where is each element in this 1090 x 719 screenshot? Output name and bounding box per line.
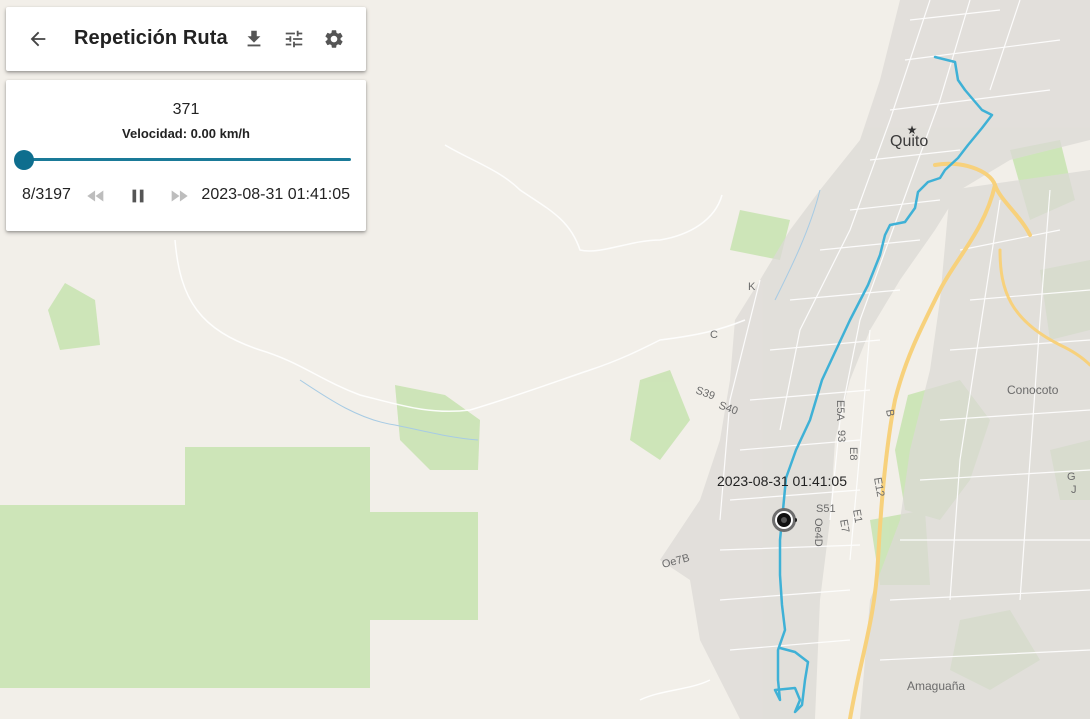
position-counter: 8/3197 — [22, 186, 71, 203]
road-label-s51: S51 — [816, 503, 836, 515]
pause-icon — [132, 189, 144, 203]
road-label-g: G — [1067, 471, 1076, 483]
fast-forward-button[interactable] — [167, 184, 191, 208]
road-label-e7: E7 — [837, 518, 851, 533]
filter-button[interactable] — [276, 21, 312, 57]
playback-timestamp: 2023-08-31 01:41:05 — [201, 186, 350, 203]
tune-icon — [285, 30, 303, 48]
marker-timestamp-label: 2023-08-31 01:41:05 — [717, 473, 847, 489]
road-label-oe4d: Oe4D — [812, 518, 824, 547]
playback-panel: 371 Velocidad: 0.00 km/h 8/3197 2023-08-… — [6, 80, 366, 231]
settings-button[interactable] — [316, 21, 352, 57]
download-button[interactable] — [236, 21, 272, 57]
gear-icon — [325, 30, 343, 48]
vehicle-marker[interactable] — [771, 507, 801, 533]
playback-slider-track[interactable] — [23, 158, 351, 161]
fast-forward-icon — [171, 190, 188, 202]
road-label-e1: E1 — [850, 508, 864, 523]
town-label-amaguana: Amaguaña — [907, 679, 965, 693]
town-label-conocoto: Conocoto — [1007, 383, 1059, 397]
speed-label: Velocidad: 0.00 km/h — [122, 126, 250, 141]
pause-button[interactable] — [126, 184, 150, 208]
back-button[interactable] — [20, 21, 56, 57]
fast-rewind-icon — [87, 190, 104, 202]
city-star-icon: ★ — [907, 123, 918, 137]
arrow-back-icon — [30, 31, 46, 47]
road-label-k: K — [748, 281, 756, 293]
road-label-e5a: E5A — [834, 400, 846, 421]
playback-slider-thumb[interactable] — [13, 150, 34, 170]
road-label-e12: E12 — [871, 476, 886, 497]
page-title: Repetición Ruta — [74, 27, 228, 49]
road-label-c: C — [710, 329, 718, 341]
road-label-e8: E8 — [847, 447, 859, 460]
download-icon — [247, 30, 261, 47]
road-label-j: J — [1071, 484, 1077, 496]
urban-area — [660, 0, 1090, 719]
road-label-s39: S39 — [694, 385, 717, 403]
speed-value: 371 — [172, 101, 200, 118]
road-label-b: B — [883, 408, 896, 417]
road-label-93: 93 — [835, 430, 847, 442]
replay-toolbar: Repetición Ruta — [6, 7, 366, 71]
rewind-button[interactable] — [84, 184, 108, 208]
